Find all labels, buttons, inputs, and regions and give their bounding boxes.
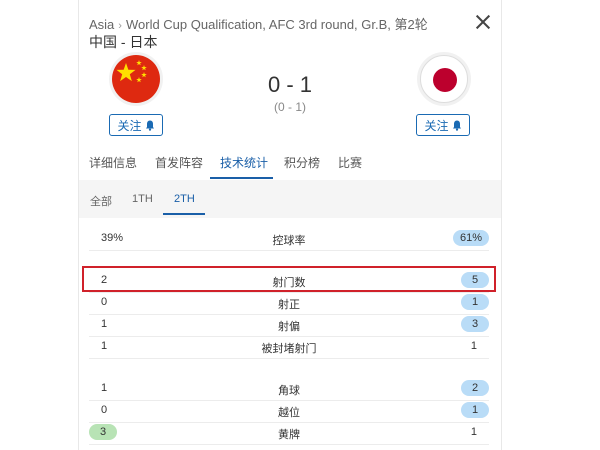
stat-label: 越位 bbox=[278, 407, 300, 419]
breadcrumb-region[interactable]: Asia bbox=[89, 17, 114, 32]
stat-away-value: 3 bbox=[461, 316, 489, 332]
stat-row-yellow-cards: 3 黄牌 1 bbox=[89, 422, 489, 445]
follow-away-button[interactable]: 关注 bbox=[416, 114, 470, 136]
tab-statistics[interactable]: 技术统计 bbox=[220, 154, 268, 171]
follow-away-label: 关注 bbox=[424, 118, 449, 133]
bell-icon bbox=[145, 120, 154, 131]
breadcrumb-separator: › bbox=[118, 20, 122, 32]
breadcrumb-competition: World Cup Qualification, AFC 3rd round, … bbox=[125, 17, 428, 32]
stat-away-value: 2 bbox=[461, 380, 489, 396]
stat-row-corners: 1 角球 2 bbox=[89, 378, 489, 401]
match-score: 0 - 1 bbox=[267, 72, 313, 97]
stat-away-value: 1 bbox=[470, 340, 477, 352]
stat-row-offsides: 0 越位 1 bbox=[89, 400, 489, 423]
stat-row-shots-on-target: 0 射正 1 bbox=[89, 292, 489, 315]
active-tab-underline bbox=[210, 177, 273, 179]
match-detail-panel: Asia › World Cup Qualification, AFC 3rd ro… bbox=[78, 0, 502, 450]
breadcrumb: Asia › World Cup Qualification, AFC 3rd ro… bbox=[89, 14, 428, 33]
stat-away-value: 1 bbox=[470, 426, 477, 438]
halftime-score: (0 - 1) bbox=[273, 100, 306, 114]
stat-label: 黄牌 bbox=[278, 429, 300, 441]
tab-standings[interactable]: 积分榜 bbox=[284, 154, 320, 171]
stat-label: 射正 bbox=[278, 299, 300, 311]
follow-home-label: 关注 bbox=[117, 118, 142, 133]
match-teams-title: 中国 - 日本 bbox=[89, 34, 158, 50]
stat-row-blocked-shots: 1 被封堵射门 1 bbox=[89, 336, 489, 359]
subtab-first-half[interactable]: 1TH bbox=[132, 193, 153, 205]
stat-away-value: 1 bbox=[461, 294, 489, 310]
stat-away-value: 1 bbox=[461, 402, 489, 418]
tab-lineups[interactable]: 首发阵容 bbox=[155, 154, 203, 171]
subtab-second-half[interactable]: 2TH bbox=[174, 193, 195, 205]
stat-row-shots-off-target: 1 射偏 3 bbox=[89, 314, 489, 337]
stat-label: 被封堵射门 bbox=[261, 343, 317, 355]
tab-details[interactable]: 详细信息 bbox=[89, 154, 137, 171]
stat-row-possession: 39% 控球率 61% bbox=[89, 228, 489, 251]
shots-row-highlight-box bbox=[82, 266, 496, 292]
tab-matches[interactable]: 比赛 bbox=[338, 154, 362, 171]
follow-home-button[interactable]: 关注 bbox=[109, 114, 163, 136]
stat-away-value: 61% bbox=[452, 230, 489, 246]
close-icon[interactable] bbox=[473, 12, 493, 32]
stat-label: 角球 bbox=[278, 385, 300, 397]
bell-icon bbox=[452, 120, 461, 131]
stat-label: 射偏 bbox=[278, 321, 300, 333]
subtab-all[interactable]: 全部 bbox=[90, 193, 112, 209]
active-subtab-underline bbox=[163, 213, 205, 215]
stat-label: 控球率 bbox=[272, 235, 306, 247]
main-tabs: 详细信息 首发阵容 技术统计 积分榜 比赛 bbox=[79, 148, 501, 180]
